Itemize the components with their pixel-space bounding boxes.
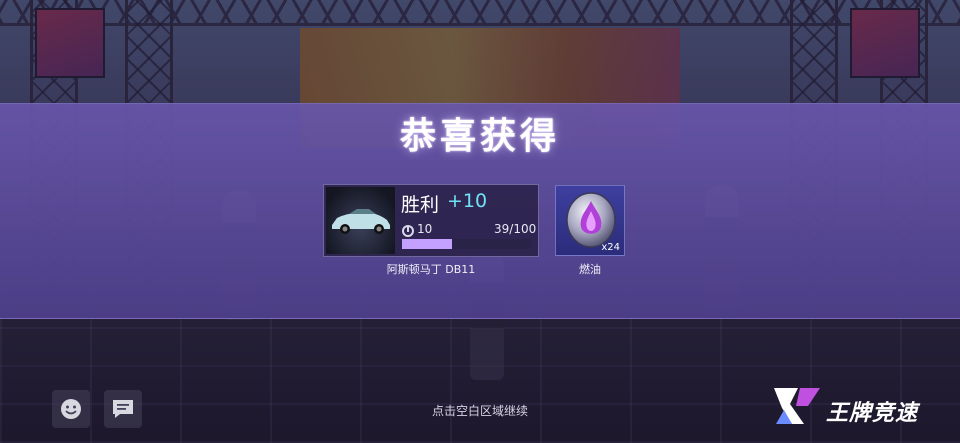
progress-bar bbox=[402, 239, 531, 249]
progress-text: 39/100 bbox=[494, 222, 537, 236]
bonus-value: +10 bbox=[447, 190, 488, 212]
car-icon bbox=[332, 209, 390, 234]
car-thumbnail bbox=[326, 187, 395, 254]
progress-fill bbox=[402, 239, 453, 249]
speedometer-icon bbox=[402, 225, 414, 237]
result-label: 胜利 bbox=[401, 194, 440, 216]
fuel-icon bbox=[566, 192, 616, 248]
fuel-reward-card[interactable]: x24 bbox=[555, 185, 625, 256]
logo-icon bbox=[774, 388, 820, 424]
car-name: 阿斯顿马丁 DB11 bbox=[386, 263, 476, 276]
logo-text: 王牌竞速 bbox=[826, 401, 919, 426]
reward-title: 恭喜获得 bbox=[399, 116, 560, 157]
fuel-name: 燃油 bbox=[579, 263, 601, 276]
fuel-count: x24 bbox=[601, 242, 620, 253]
car-level: 10 bbox=[417, 222, 433, 236]
